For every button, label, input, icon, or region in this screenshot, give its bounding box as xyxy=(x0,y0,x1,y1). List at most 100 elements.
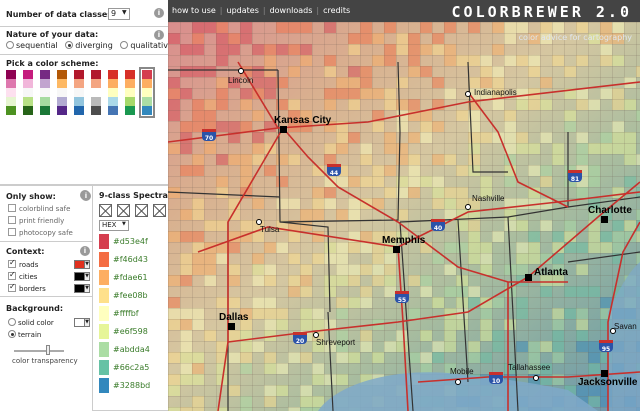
palette-swatch xyxy=(108,70,118,79)
palette-swatch xyxy=(23,70,33,79)
palette-option[interactable] xyxy=(40,70,50,115)
chevron-down-icon[interactable]: ▼ xyxy=(84,260,90,269)
palette-swatch xyxy=(23,79,33,88)
hex-color-row[interactable]: #abdda4 xyxy=(99,342,179,357)
palette-option[interactable] xyxy=(108,70,118,115)
nav-updates[interactable]: updates xyxy=(227,6,259,15)
map-area[interactable]: Lincoln Indianapolis Kansas City Nashvil… xyxy=(168,22,640,411)
transparency-slider-track[interactable] xyxy=(14,350,64,352)
hex-color-row[interactable]: #d53e4f xyxy=(99,234,179,249)
city-label: Dallas xyxy=(219,312,249,323)
hex-color-row[interactable]: #f46d43 xyxy=(99,252,179,267)
nav-credits[interactable]: credits xyxy=(323,6,350,15)
chevron-down-icon[interactable]: ▼ xyxy=(84,284,90,293)
nav-how-to-use[interactable]: how to use xyxy=(172,6,216,15)
option-colorblind-safe[interactable]: colorblind safe xyxy=(8,204,70,213)
palette-option[interactable] xyxy=(57,70,67,115)
palette-option[interactable] xyxy=(91,70,101,115)
interstate-shield-icon: 40 xyxy=(431,219,445,232)
palette-swatch xyxy=(23,88,33,97)
site-logo[interactable]: COLORBREWER 2.0 xyxy=(452,3,632,21)
checkbox-checked-icon xyxy=(8,282,16,292)
palette-option[interactable] xyxy=(6,70,16,115)
hex-code: #ffffbf xyxy=(113,309,139,318)
palette-option[interactable] xyxy=(23,70,33,115)
hex-code: #e6f598 xyxy=(113,327,148,336)
data-classes-section: Number of data classes: 9 ▼ i xyxy=(0,0,168,27)
city-label: Jacksonville xyxy=(578,377,638,388)
radio-icon xyxy=(120,41,129,49)
palette-swatch xyxy=(142,97,152,106)
context-section: Context: i roads cities borders ▼ ▼ ▼ xyxy=(0,242,92,297)
color-scheme-section: Pick a color scheme: xyxy=(0,55,168,185)
palette-swatch xyxy=(125,106,135,115)
radio-selected-icon xyxy=(65,41,74,49)
nav-downloads[interactable]: downloads xyxy=(270,6,313,15)
checkbox-icon xyxy=(8,228,16,236)
interstate-shield-icon: 81 xyxy=(568,170,582,183)
palette-option[interactable] xyxy=(139,67,155,118)
hex-color-row[interactable]: #3288bd xyxy=(99,378,179,393)
palette-option[interactable] xyxy=(74,70,84,115)
palette-swatch xyxy=(108,97,118,106)
palette-swatch xyxy=(125,79,135,88)
palette-swatch xyxy=(91,70,101,79)
palette-swatch xyxy=(142,88,152,97)
context-borders[interactable]: borders xyxy=(8,282,46,293)
palette-swatch xyxy=(57,97,67,106)
city-label: Tallahassee xyxy=(508,363,551,372)
city-label: Charlotte xyxy=(588,205,632,216)
palette-swatch xyxy=(6,106,16,115)
only-show-section: Only show: i colorblind safe print frien… xyxy=(0,185,92,242)
city-label: Mobile xyxy=(450,367,474,376)
palette-swatch xyxy=(40,88,50,97)
hex-color-swatch xyxy=(99,288,109,303)
city-label: Tulsa xyxy=(260,225,280,234)
palette-swatch xyxy=(142,70,152,79)
palette-swatch xyxy=(40,106,50,115)
nature-option-diverging[interactable]: diverging xyxy=(65,41,113,50)
context-roads[interactable]: roads xyxy=(8,258,38,269)
info-icon[interactable]: i xyxy=(80,246,90,256)
hex-color-row[interactable]: #ffffbf xyxy=(99,306,179,321)
transparency-label: color transparency xyxy=(12,357,78,365)
interstate-shield-icon: 55 xyxy=(395,291,409,304)
palette-swatch xyxy=(142,106,152,115)
hex-color-row[interactable]: #fdae61 xyxy=(99,270,179,285)
hex-color-row[interactable]: #fee08b xyxy=(99,288,179,303)
hex-color-swatch xyxy=(99,378,109,393)
interstate-shield-icon: 70 xyxy=(202,129,216,142)
chevron-down-icon[interactable]: ▼ xyxy=(84,318,90,327)
city-label: Shreveport xyxy=(316,338,356,347)
info-icon[interactable]: i xyxy=(154,8,164,18)
context-cities[interactable]: cities xyxy=(8,270,37,281)
city-label: Nashville xyxy=(472,194,505,203)
not-photocopy-safe-icon xyxy=(135,204,148,217)
palette-swatch xyxy=(125,97,135,106)
palette-swatch xyxy=(74,97,84,106)
option-photocopy-safe[interactable]: photocopy safe xyxy=(8,228,73,237)
background-terrain[interactable]: terrain xyxy=(8,330,41,339)
option-print-friendly[interactable]: print friendly xyxy=(8,216,64,225)
hex-color-swatch xyxy=(99,306,109,321)
chevron-down-icon[interactable]: ▼ xyxy=(84,272,90,281)
palette-option[interactable] xyxy=(125,70,135,115)
info-icon[interactable]: i xyxy=(154,30,164,40)
palette-swatch xyxy=(6,88,16,97)
nature-option-sequential[interactable]: sequential xyxy=(6,41,58,50)
interstate-shield-icon: 20 xyxy=(293,332,307,345)
palette-swatch xyxy=(74,79,84,88)
radio-icon xyxy=(8,318,16,326)
info-icon[interactable]: i xyxy=(81,191,91,201)
hex-color-row[interactable]: #e6f598 xyxy=(99,324,179,339)
data-classes-value: 9 xyxy=(111,9,117,18)
hex-color-row[interactable]: #66c2a5 xyxy=(99,360,179,375)
transparency-slider-handle[interactable] xyxy=(46,345,50,355)
palette-swatch xyxy=(57,106,67,115)
nature-option-qualitative[interactable]: qualitative xyxy=(120,41,173,50)
palette-swatch xyxy=(74,70,84,79)
hex-code: #fee08b xyxy=(113,291,148,300)
background-label: Background: xyxy=(6,304,64,313)
scheme-title: 9-class Spectral xyxy=(99,191,171,200)
background-solid-color[interactable]: solid color xyxy=(8,318,54,327)
